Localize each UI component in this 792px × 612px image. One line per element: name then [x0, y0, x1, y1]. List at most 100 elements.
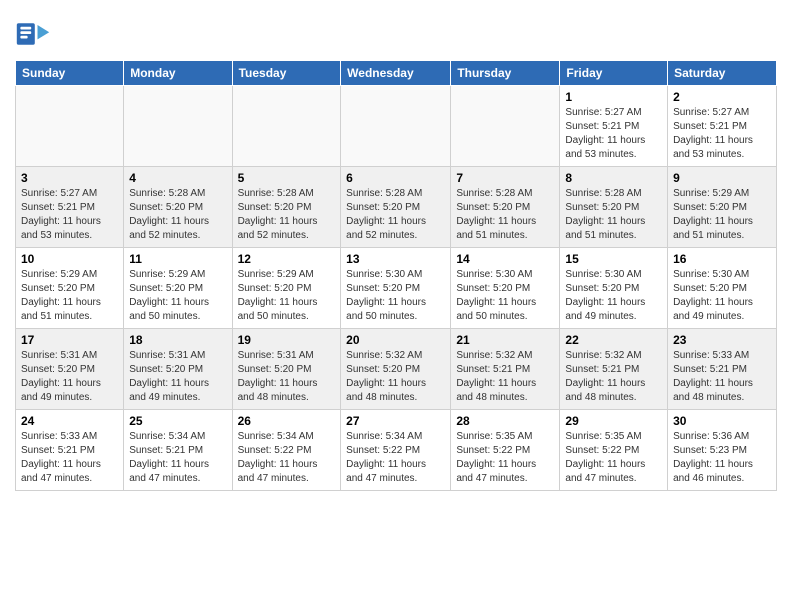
logo-icon	[15, 16, 51, 52]
calendar-cell: 8 Sunrise: 5:28 AM Sunset: 5:20 PM Daylig…	[560, 167, 668, 248]
day-info: Sunrise: 5:28 AM Sunset: 5:20 PM Dayligh…	[456, 187, 554, 243]
calendar-header-tuesday: Tuesday	[232, 61, 341, 86]
calendar-table: SundayMondayTuesdayWednesdayThursdayFrid…	[15, 60, 777, 491]
calendar-body: 1 Sunrise: 5:27 AM Sunset: 5:21 PM Daylig…	[16, 86, 777, 491]
calendar-cell: 30Sunrise: 5:36 AM Sunset: 5:23 PM Dayli…	[668, 410, 777, 491]
calendar-cell: 27 Sunrise: 5:34 AM Sunset: 5:22 PM Dayli…	[341, 410, 451, 491]
day-info: Sunrise: 5:35 AM Sunset: 5:22 PM Dayligh…	[565, 430, 662, 486]
calendar-cell	[451, 86, 560, 167]
day-info: Sunrise: 5:32 AM Sunset: 5:20 PM Dayligh…	[346, 349, 445, 405]
day-number: 6	[346, 171, 445, 185]
day-number: 2	[673, 90, 771, 104]
calendar-cell: 5 Sunrise: 5:28 AM Sunset: 5:20 PM Daylig…	[232, 167, 341, 248]
calendar-header-friday: Friday	[560, 61, 668, 86]
day-number: 4	[129, 171, 226, 185]
day-info: Sunrise: 5:30 AM Sunset: 5:20 PM Dayligh…	[456, 268, 554, 324]
day-number: 1	[565, 90, 662, 104]
calendar-cell: 17Sunrise: 5:31 AM Sunset: 5:20 PM Dayli…	[16, 329, 124, 410]
day-number: 3	[21, 171, 118, 185]
calendar-cell: 15 Sunrise: 5:30 AM Sunset: 5:20 PM Dayli…	[560, 248, 668, 329]
calendar-week-4: 17Sunrise: 5:31 AM Sunset: 5:20 PM Dayli…	[16, 329, 777, 410]
day-info: Sunrise: 5:35 AM Sunset: 5:22 PM Dayligh…	[456, 430, 554, 486]
day-info: Sunrise: 5:33 AM Sunset: 5:21 PM Dayligh…	[21, 430, 118, 486]
day-number: 25	[129, 414, 226, 428]
day-info: Sunrise: 5:31 AM Sunset: 5:20 PM Dayligh…	[21, 349, 118, 405]
day-number: 18	[129, 333, 226, 347]
calendar-cell: 18Sunrise: 5:31 AM Sunset: 5:20 PM Dayli…	[124, 329, 232, 410]
calendar-cell: 28 Sunrise: 5:35 AM Sunset: 5:22 PM Dayli…	[451, 410, 560, 491]
calendar-week-1: 1 Sunrise: 5:27 AM Sunset: 5:21 PM Daylig…	[16, 86, 777, 167]
day-number: 16	[673, 252, 771, 266]
day-info: Sunrise: 5:30 AM Sunset: 5:20 PM Dayligh…	[565, 268, 662, 324]
day-info: Sunrise: 5:28 AM Sunset: 5:20 PM Dayligh…	[238, 187, 336, 243]
calendar-cell: 12 Sunrise: 5:29 AM Sunset: 5:20 PM Dayli…	[232, 248, 341, 329]
day-info: Sunrise: 5:34 AM Sunset: 5:22 PM Dayligh…	[238, 430, 336, 486]
calendar-cell: 29 Sunrise: 5:35 AM Sunset: 5:22 PM Dayli…	[560, 410, 668, 491]
calendar-week-2: 3 Sunrise: 5:27 AM Sunset: 5:21 PM Daylig…	[16, 167, 777, 248]
logo	[15, 16, 53, 52]
calendar-cell: 4 Sunrise: 5:28 AM Sunset: 5:20 PM Daylig…	[124, 167, 232, 248]
day-info: Sunrise: 5:29 AM Sunset: 5:20 PM Dayligh…	[21, 268, 118, 324]
day-info: Sunrise: 5:30 AM Sunset: 5:20 PM Dayligh…	[346, 268, 445, 324]
calendar-cell: 11Sunrise: 5:29 AM Sunset: 5:20 PM Dayli…	[124, 248, 232, 329]
day-number: 10	[21, 252, 118, 266]
calendar-cell: 2 Sunrise: 5:27 AM Sunset: 5:21 PM Daylig…	[668, 86, 777, 167]
day-number: 14	[456, 252, 554, 266]
calendar-cell: 13 Sunrise: 5:30 AM Sunset: 5:20 PM Dayli…	[341, 248, 451, 329]
day-info: Sunrise: 5:29 AM Sunset: 5:20 PM Dayligh…	[238, 268, 336, 324]
day-number: 11	[129, 252, 226, 266]
day-info: Sunrise: 5:32 AM Sunset: 5:21 PM Dayligh…	[565, 349, 662, 405]
calendar-cell: 26 Sunrise: 5:34 AM Sunset: 5:22 PM Dayli…	[232, 410, 341, 491]
calendar-header-row: SundayMondayTuesdayWednesdayThursdayFrid…	[16, 61, 777, 86]
calendar-cell: 3 Sunrise: 5:27 AM Sunset: 5:21 PM Daylig…	[16, 167, 124, 248]
day-number: 5	[238, 171, 336, 185]
day-number: 19	[238, 333, 336, 347]
calendar-cell: 16 Sunrise: 5:30 AM Sunset: 5:20 PM Dayli…	[668, 248, 777, 329]
calendar-cell: 24 Sunrise: 5:33 AM Sunset: 5:21 PM Dayli…	[16, 410, 124, 491]
day-info: Sunrise: 5:32 AM Sunset: 5:21 PM Dayligh…	[456, 349, 554, 405]
day-info: Sunrise: 5:28 AM Sunset: 5:20 PM Dayligh…	[129, 187, 226, 243]
calendar-cell: 25 Sunrise: 5:34 AM Sunset: 5:21 PM Dayli…	[124, 410, 232, 491]
calendar-cell: 9 Sunrise: 5:29 AM Sunset: 5:20 PM Daylig…	[668, 167, 777, 248]
day-number: 12	[238, 252, 336, 266]
day-number: 29	[565, 414, 662, 428]
day-number: 28	[456, 414, 554, 428]
day-number: 20	[346, 333, 445, 347]
day-number: 26	[238, 414, 336, 428]
calendar-cell	[124, 86, 232, 167]
day-number: 8	[565, 171, 662, 185]
day-info: Sunrise: 5:29 AM Sunset: 5:20 PM Dayligh…	[673, 187, 771, 243]
day-info: Sunrise: 5:34 AM Sunset: 5:21 PM Dayligh…	[129, 430, 226, 486]
day-number: 24	[21, 414, 118, 428]
day-info: Sunrise: 5:28 AM Sunset: 5:20 PM Dayligh…	[565, 187, 662, 243]
calendar-week-3: 10 Sunrise: 5:29 AM Sunset: 5:20 PM Dayli…	[16, 248, 777, 329]
day-info: Sunrise: 5:34 AM Sunset: 5:22 PM Dayligh…	[346, 430, 445, 486]
calendar-cell	[232, 86, 341, 167]
calendar-header-wednesday: Wednesday	[341, 61, 451, 86]
calendar-cell: 10 Sunrise: 5:29 AM Sunset: 5:20 PM Dayli…	[16, 248, 124, 329]
day-info: Sunrise: 5:27 AM Sunset: 5:21 PM Dayligh…	[21, 187, 118, 243]
day-number: 15	[565, 252, 662, 266]
calendar-header-thursday: Thursday	[451, 61, 560, 86]
day-number: 23	[673, 333, 771, 347]
day-number: 13	[346, 252, 445, 266]
calendar-cell: 20 Sunrise: 5:32 AM Sunset: 5:20 PM Dayli…	[341, 329, 451, 410]
calendar-header-sunday: Sunday	[16, 61, 124, 86]
day-number: 27	[346, 414, 445, 428]
calendar-header-saturday: Saturday	[668, 61, 777, 86]
calendar-cell	[341, 86, 451, 167]
calendar-week-5: 24 Sunrise: 5:33 AM Sunset: 5:21 PM Dayli…	[16, 410, 777, 491]
calendar-cell: 6Sunrise: 5:28 AM Sunset: 5:20 PM Daylig…	[341, 167, 451, 248]
day-number: 21	[456, 333, 554, 347]
day-number: 22	[565, 333, 662, 347]
day-info: Sunrise: 5:27 AM Sunset: 5:21 PM Dayligh…	[673, 106, 771, 162]
day-number: 30	[673, 414, 771, 428]
page-header	[15, 10, 777, 52]
day-info: Sunrise: 5:27 AM Sunset: 5:21 PM Dayligh…	[565, 106, 662, 162]
day-info: Sunrise: 5:30 AM Sunset: 5:20 PM Dayligh…	[673, 268, 771, 324]
calendar-cell: 14 Sunrise: 5:30 AM Sunset: 5:20 PM Dayli…	[451, 248, 560, 329]
calendar-header-monday: Monday	[124, 61, 232, 86]
day-number: 7	[456, 171, 554, 185]
day-info: Sunrise: 5:33 AM Sunset: 5:21 PM Dayligh…	[673, 349, 771, 405]
day-number: 9	[673, 171, 771, 185]
